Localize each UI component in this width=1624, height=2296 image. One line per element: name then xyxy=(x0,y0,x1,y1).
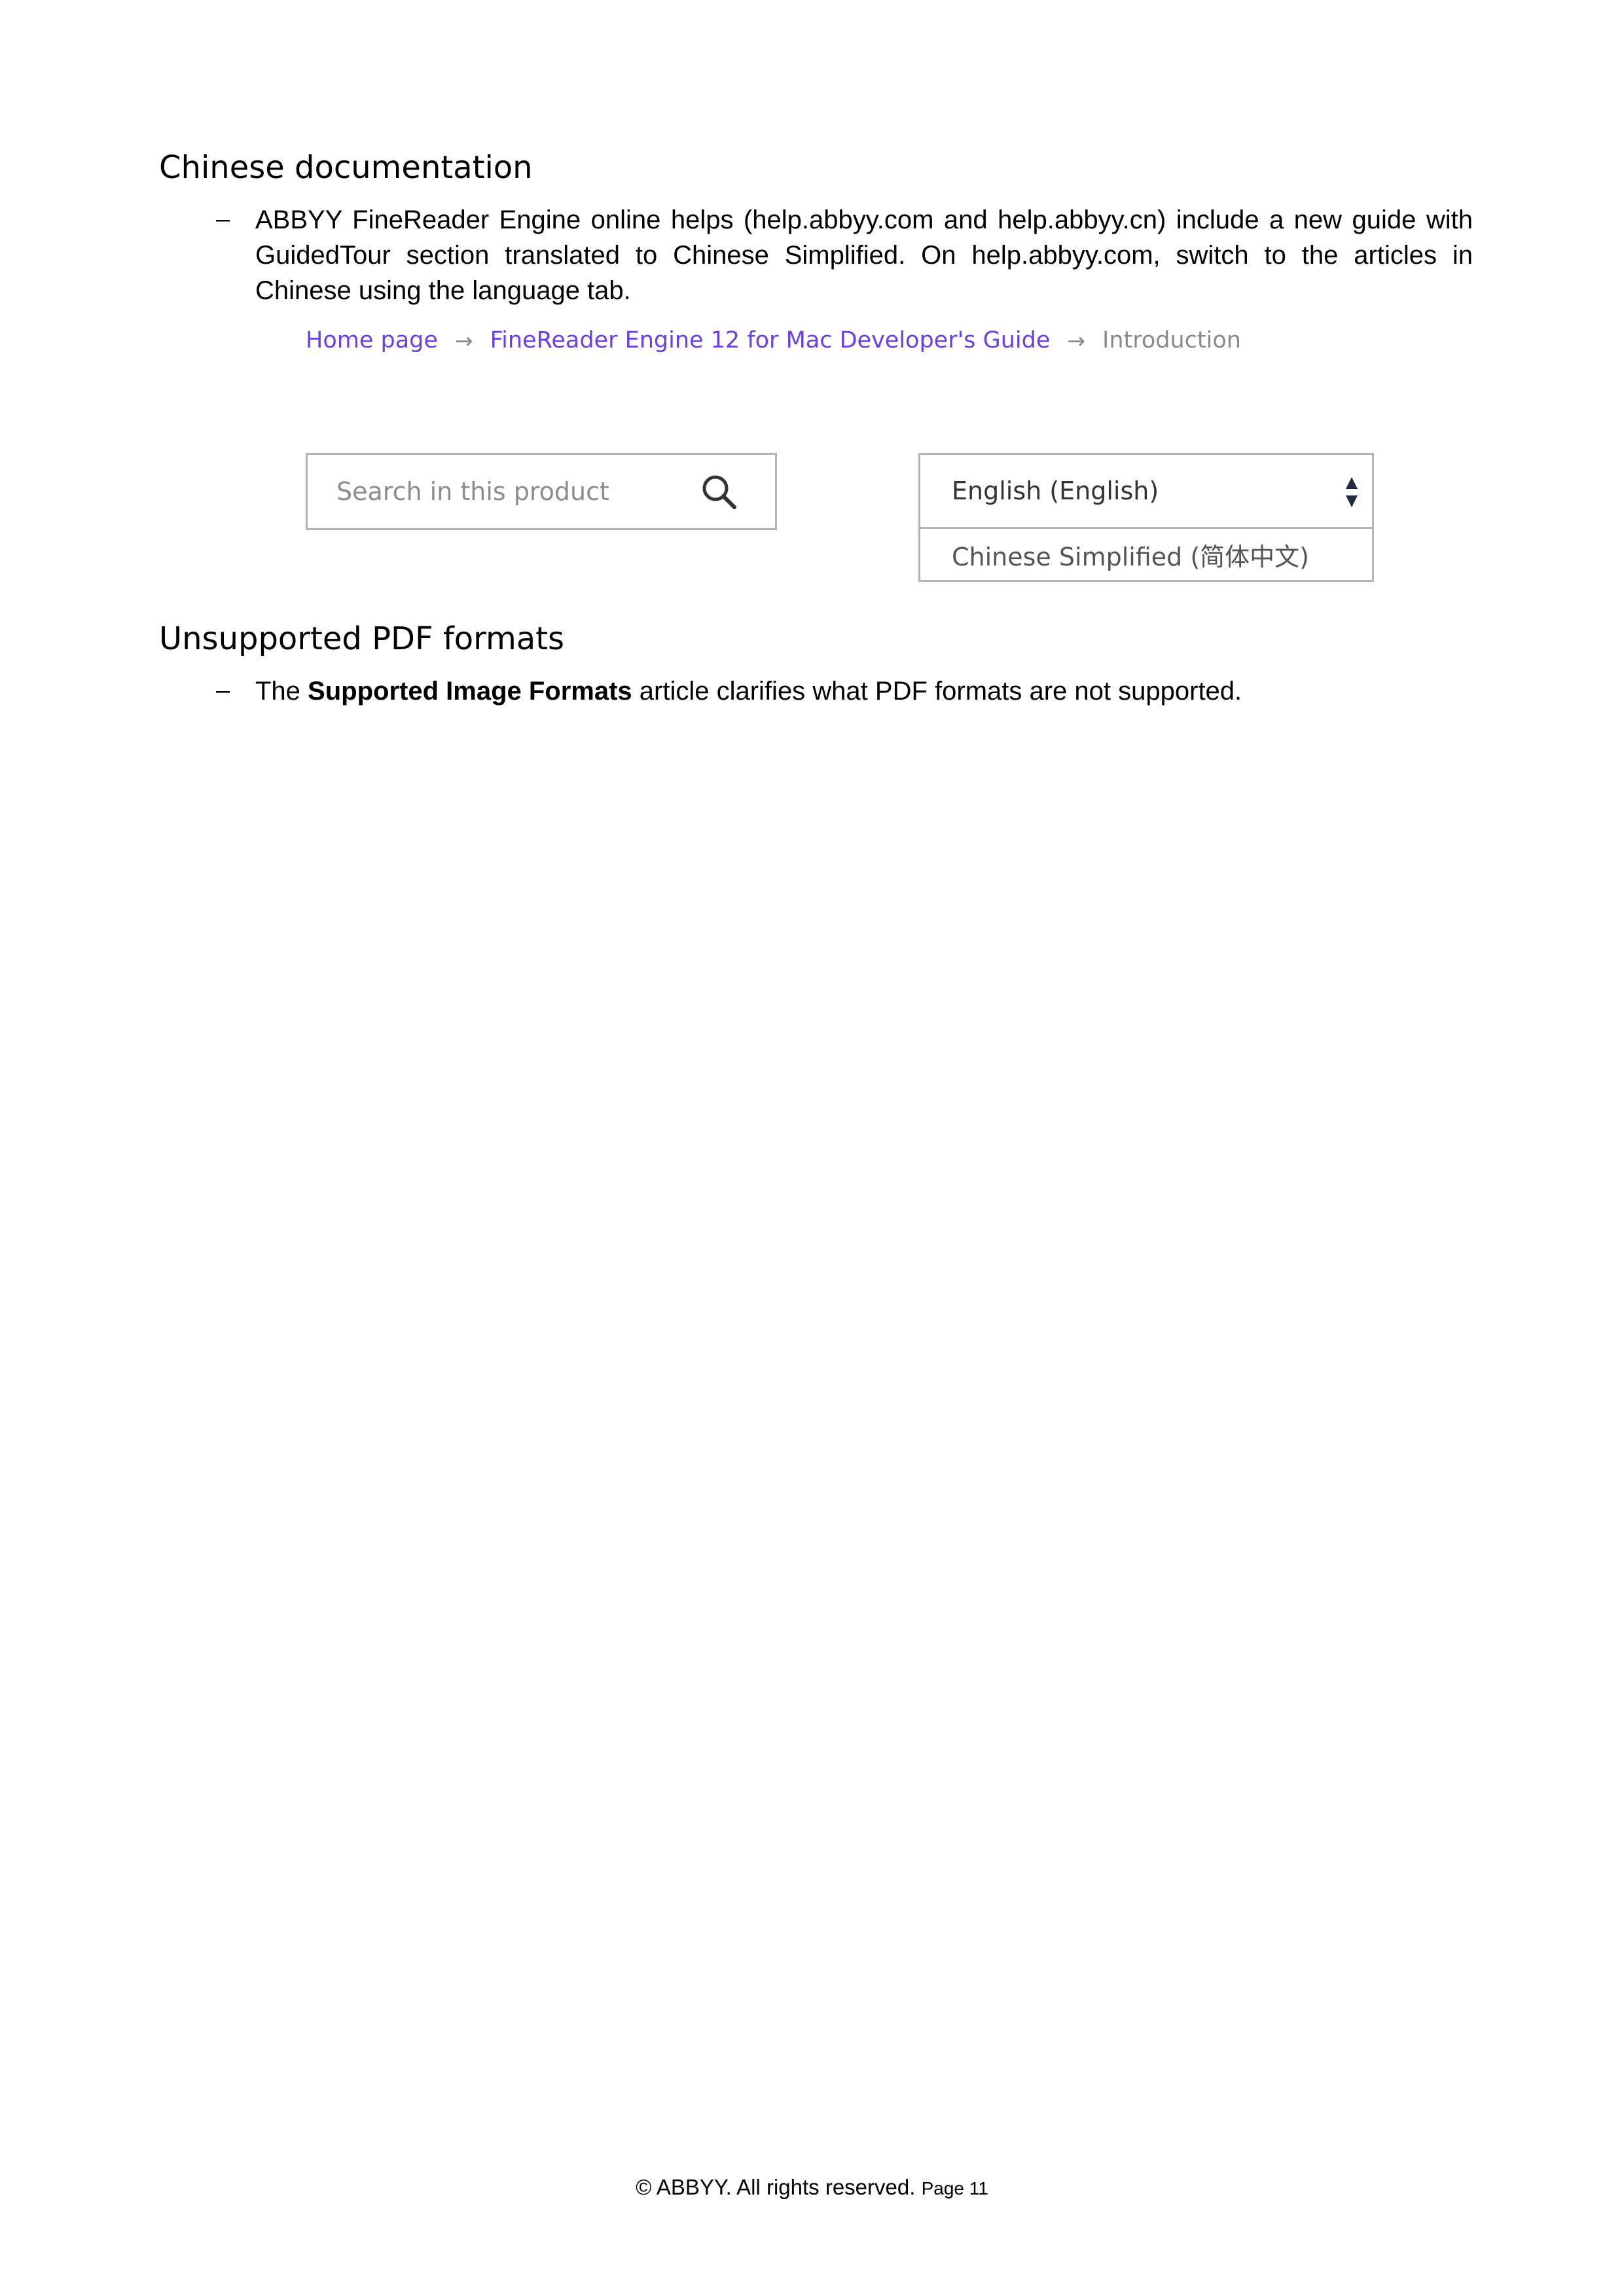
breadcrumb-current-page: Introduction xyxy=(1102,327,1241,353)
unsupported-pdf-paragraph: The Supported Image Formats article clar… xyxy=(255,673,1473,709)
breadcrumb-home-link[interactable]: Home page xyxy=(306,327,438,353)
language-selected-option[interactable]: English (English) xyxy=(920,455,1372,529)
bullet-dash: – xyxy=(216,677,230,704)
sort-arrows-icon[interactable] xyxy=(1344,476,1359,509)
language-option-label: Chinese Simplified (简体中文) xyxy=(952,542,1309,571)
bullet-dash: – xyxy=(216,206,230,233)
language-select[interactable]: English (English) Chinese Simplified (简体… xyxy=(918,453,1374,582)
page-footer: © ABBYY. All rights reserved. Page 11 xyxy=(0,2175,1624,2200)
paragraph-suffix: article clarifies what PDF formats are n… xyxy=(632,677,1242,706)
breadcrumb-guide-link[interactable]: FineReader Engine 12 for Mac Developer's… xyxy=(490,327,1051,353)
section-heading-chinese-documentation: Chinese documentation xyxy=(159,149,533,186)
language-option-chinese[interactable]: Chinese Simplified (简体中文) xyxy=(920,529,1372,580)
search-icon[interactable] xyxy=(699,472,738,511)
breadcrumb-arrow-icon: → xyxy=(454,327,473,353)
language-selected-label: English (English) xyxy=(952,476,1159,505)
paragraph-prefix: The xyxy=(255,677,308,706)
footer-page-number: Page 11 xyxy=(921,2178,988,2198)
chinese-documentation-paragraph: ABBYY FineReader Engine online helps (he… xyxy=(255,206,1473,305)
search-input[interactable]: Search in this product xyxy=(306,453,777,530)
breadcrumb: Home page → FineReader Engine 12 for Mac… xyxy=(306,327,1241,353)
footer-copyright: © ABBYY. All rights reserved. xyxy=(636,2175,916,2199)
breadcrumb-arrow-icon: → xyxy=(1067,327,1086,353)
supported-image-formats-article-title: Supported Image Formats xyxy=(308,677,632,706)
section-heading-unsupported-pdf: Unsupported PDF formats xyxy=(159,620,565,657)
search-placeholder: Search in this product xyxy=(336,477,609,506)
